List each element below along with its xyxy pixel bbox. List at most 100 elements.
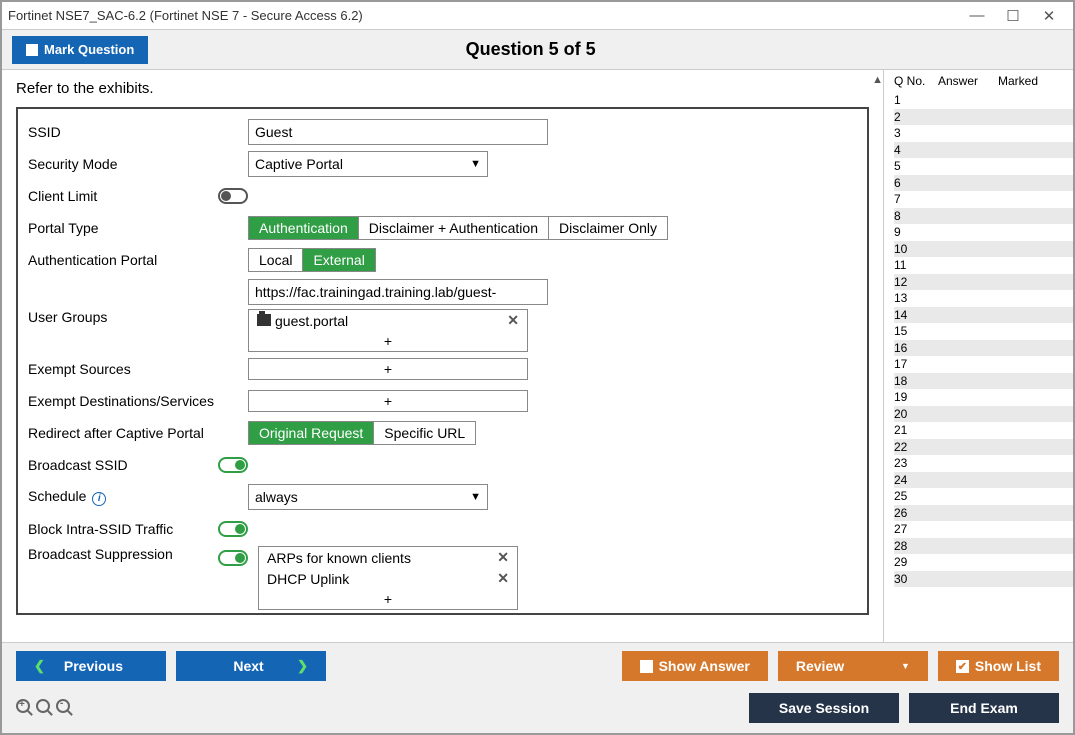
app-window: Fortinet NSE7_SAC-6.2 (Fortinet NSE 7 - …: [0, 0, 1075, 735]
block-intra-label: Block Intra-SSID Traffic: [28, 521, 218, 537]
nav-row[interactable]: 11: [894, 257, 1073, 274]
end-exam-button[interactable]: End Exam: [909, 693, 1059, 723]
nav-row[interactable]: 1: [894, 92, 1073, 109]
nav-row[interactable]: 21: [894, 422, 1073, 439]
group-icon: [257, 314, 271, 326]
nav-row[interactable]: 14: [894, 307, 1073, 324]
chevron-down-icon: ▼: [470, 491, 481, 503]
schedule-label: Schedule i: [28, 488, 248, 506]
next-button[interactable]: Next❯: [176, 651, 326, 681]
portal-type-opt-disclaimer-auth[interactable]: Disclaimer + Authentication: [359, 217, 549, 239]
close-button[interactable]: ✕: [1031, 4, 1067, 28]
mark-question-button[interactable]: Mark Question: [12, 36, 148, 64]
block-intra-toggle[interactable]: [218, 521, 248, 537]
portal-type-opt-auth[interactable]: Authentication: [249, 217, 359, 239]
minimize-button[interactable]: —: [959, 4, 995, 28]
mark-button-label: Mark Question: [44, 42, 134, 57]
maximize-button[interactable]: ☐: [995, 4, 1031, 28]
question-nav-panel: Q No. Answer Marked 12345678910111213141…: [883, 70, 1073, 642]
broadcast-supp-toggle[interactable]: [218, 550, 248, 566]
nav-row[interactable]: 8: [894, 208, 1073, 225]
nav-row[interactable]: 7: [894, 191, 1073, 208]
redirect-label: Redirect after Captive Portal: [28, 425, 248, 441]
titlebar: Fortinet NSE7_SAC-6.2 (Fortinet NSE 7 - …: [2, 2, 1073, 30]
show-list-button[interactable]: ✔Show List: [938, 651, 1059, 681]
redirect-opt-original[interactable]: Original Request: [249, 422, 374, 444]
chevron-down-icon: ▼: [470, 158, 481, 170]
col-answer: Answer: [938, 74, 998, 88]
col-qno: Q No.: [894, 74, 938, 88]
nav-header: Q No. Answer Marked: [884, 70, 1073, 92]
user-groups-label: User Groups: [28, 309, 248, 325]
nav-row[interactable]: 29: [894, 554, 1073, 571]
nav-row[interactable]: 2: [894, 109, 1073, 126]
ssid-input[interactable]: Guest: [248, 119, 548, 145]
broadcast-supp-box[interactable]: ARPs for known clients✕ DHCP Uplink✕ +: [258, 546, 518, 610]
nav-row[interactable]: 15: [894, 323, 1073, 340]
security-mode-select[interactable]: Captive Portal▼: [248, 151, 488, 177]
nav-row[interactable]: 24: [894, 472, 1073, 489]
auth-portal-opt-external[interactable]: External: [303, 249, 374, 271]
window-title: Fortinet NSE7_SAC-6.2 (Fortinet NSE 7 - …: [8, 8, 959, 23]
save-session-button[interactable]: Save Session: [749, 693, 899, 723]
user-groups-box[interactable]: guest.portal✕ +: [248, 309, 528, 352]
nav-row[interactable]: 28: [894, 538, 1073, 555]
zoom-in-icon[interactable]: +: [16, 698, 30, 718]
nav-row[interactable]: 12: [894, 274, 1073, 291]
exempt-sources-box[interactable]: +: [248, 358, 528, 380]
scroll-up-icon[interactable]: ▲: [872, 74, 883, 86]
remove-icon[interactable]: ✕: [497, 570, 509, 587]
question-pane: ▲ Refer to the exhibits. SSID Guest Secu…: [2, 70, 883, 642]
col-marked: Marked: [998, 74, 1067, 88]
exhibit-panel: SSID Guest Security Mode Captive Portal▼…: [16, 107, 869, 615]
client-limit-label: Client Limit: [28, 188, 218, 204]
remove-group-icon[interactable]: ✕: [507, 312, 519, 329]
info-icon[interactable]: i: [92, 492, 106, 506]
nav-row[interactable]: 13: [894, 290, 1073, 307]
auth-portal-label: Authentication Portal: [28, 252, 248, 268]
auth-portal-url-input[interactable]: https://fac.trainingad.training.lab/gues…: [248, 279, 548, 305]
chevron-right-icon: ❯: [297, 658, 308, 674]
review-dropdown[interactable]: Review▼: [778, 651, 928, 681]
chevron-down-icon: ▼: [901, 661, 910, 671]
nav-row[interactable]: 25: [894, 488, 1073, 505]
client-limit-toggle[interactable]: [218, 188, 248, 204]
previous-button[interactable]: ❮Previous: [16, 651, 166, 681]
zoom-out-icon[interactable]: -: [56, 698, 70, 718]
question-counter: Question 5 of 5: [148, 39, 913, 60]
nav-row[interactable]: 19: [894, 389, 1073, 406]
redirect-opt-specific[interactable]: Specific URL: [374, 422, 475, 444]
redirect-segment: Original Request Specific URL: [248, 421, 476, 445]
footer-bar: ❮Previous Next❯ Show Answer Review▼ ✔Sho…: [2, 642, 1073, 689]
auth-portal-segment: Local External: [248, 248, 376, 272]
broadcast-ssid-toggle[interactable]: [218, 457, 248, 473]
nav-row[interactable]: 26: [894, 505, 1073, 522]
auth-portal-opt-local[interactable]: Local: [249, 249, 303, 271]
nav-row[interactable]: 3: [894, 125, 1073, 142]
broadcast-supp-label: Broadcast Suppression: [28, 546, 218, 562]
nav-row[interactable]: 9: [894, 224, 1073, 241]
nav-row[interactable]: 30: [894, 571, 1073, 588]
nav-row[interactable]: 22: [894, 439, 1073, 456]
nav-row[interactable]: 4: [894, 142, 1073, 159]
mark-checkbox-icon: [26, 44, 38, 56]
checkbox-checked-icon: ✔: [956, 660, 969, 673]
checkbox-icon: [640, 660, 653, 673]
nav-row[interactable]: 6: [894, 175, 1073, 192]
schedule-select[interactable]: always▼: [248, 484, 488, 510]
show-answer-button[interactable]: Show Answer: [622, 651, 768, 681]
portal-type-opt-disclaimer-only[interactable]: Disclaimer Only: [549, 217, 667, 239]
nav-row[interactable]: 23: [894, 455, 1073, 472]
nav-row[interactable]: 18: [894, 373, 1073, 390]
nav-row[interactable]: 27: [894, 521, 1073, 538]
nav-row[interactable]: 20: [894, 406, 1073, 423]
nav-row[interactable]: 10: [894, 241, 1073, 258]
nav-list[interactable]: 1234567891011121314151617181920212223242…: [884, 92, 1073, 642]
nav-row[interactable]: 17: [894, 356, 1073, 373]
nav-row[interactable]: 16: [894, 340, 1073, 357]
add-user-group[interactable]: +: [249, 331, 527, 351]
nav-row[interactable]: 5: [894, 158, 1073, 175]
remove-icon[interactable]: ✕: [497, 549, 509, 566]
exempt-dest-box[interactable]: +: [248, 390, 528, 412]
zoom-reset-icon[interactable]: [36, 698, 50, 718]
